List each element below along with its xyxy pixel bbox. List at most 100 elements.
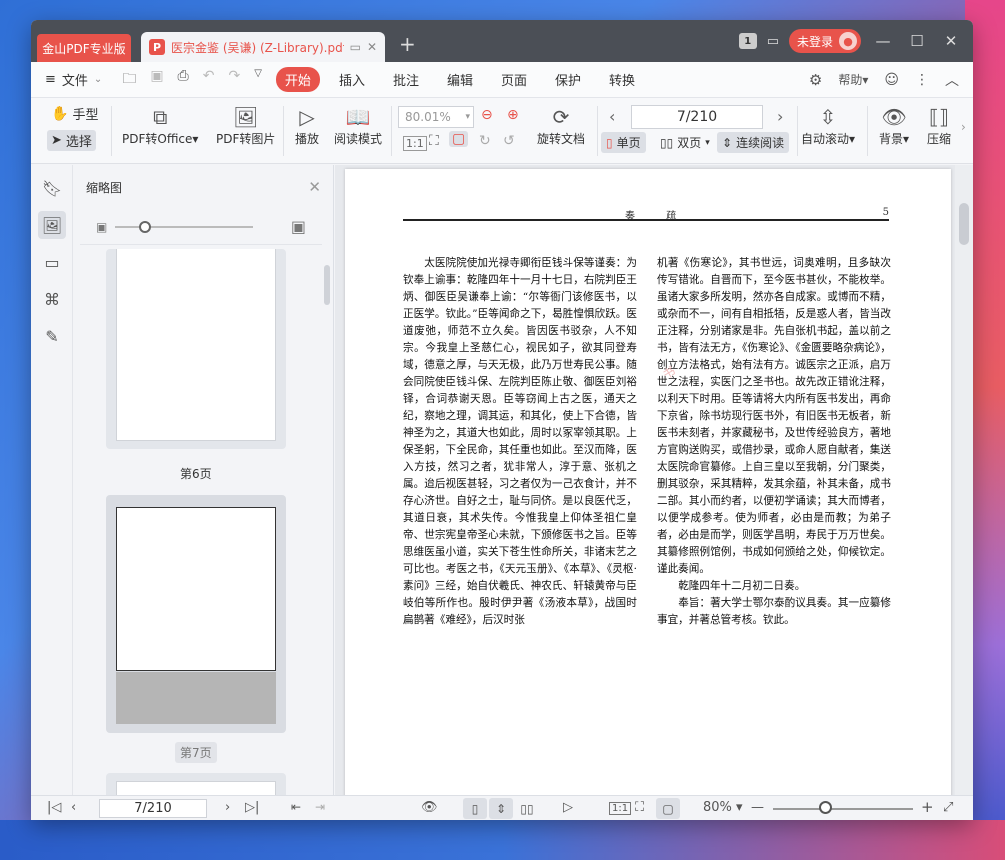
new-tab-button[interactable]: + — [399, 32, 416, 56]
single-page-status-icon[interactable]: ▯ — [463, 798, 487, 819]
comment-icon[interactable]: ▭ — [38, 248, 66, 276]
sidebar-icon-strip: 🔖︎ 🖼︎ ▭ ⌘ ✎ — [31, 165, 73, 795]
pdf-to-office-button[interactable]: ⧉ PDF转Office▾ — [122, 104, 198, 147]
thumbnail-scrollbar[interactable] — [324, 265, 330, 305]
maximize-icon[interactable]: ☐ — [905, 32, 929, 50]
first-page-icon[interactable]: |◁ — [47, 800, 61, 815]
thumbnail-page-7[interactable] — [106, 495, 286, 733]
previous-page-icon[interactable]: ‹ — [609, 107, 615, 126]
next-page-icon[interactable]: › — [777, 107, 783, 126]
zoom-input[interactable]: 80.01% ▾ — [398, 106, 474, 128]
zoom-dropdown[interactable]: 80% ▾ — [703, 800, 743, 815]
fit-page-icon[interactable]: ⛶ — [429, 133, 439, 149]
fit-page-icon[interactable]: ⛶ — [635, 800, 644, 815]
status-page-input[interactable]: 7/210 — [99, 799, 207, 818]
login-button[interactable]: 未登录 ● — [788, 29, 861, 53]
play-icon[interactable]: ▷ — [563, 800, 573, 815]
toolbar-divider — [867, 106, 868, 156]
slider-knob[interactable] — [139, 220, 152, 233]
actual-size-icon[interactable]: 1:1 — [403, 136, 427, 151]
forward-view-icon[interactable]: ⇥ — [315, 800, 325, 814]
double-page-status-icon[interactable]: ▯▯ — [515, 798, 539, 819]
save-icon[interactable]: ▣ — [150, 68, 163, 92]
document-tab[interactable]: P 医宗金鉴 (吴谦) (Z-Library).pdf ▭ ✕ — [141, 32, 385, 62]
redo-icon[interactable]: ↷ — [228, 68, 240, 92]
text-column-left: 太医院院使加光禄寺卿衔臣钱斗保等谨奏：为钦奉上谕事：乾隆四年十一月十七日，右院判… — [403, 255, 637, 629]
help-menu[interactable]: 帮助▾ — [838, 71, 868, 88]
single-page-button[interactable]: ▯ 单页 — [601, 132, 646, 153]
zoom-slider-knob[interactable] — [819, 801, 832, 814]
eye-icon[interactable]: 👁 — [421, 800, 438, 815]
thumbnail-image-7 — [116, 507, 276, 671]
collapse-ribbon-icon[interactable]: ︿ — [945, 70, 959, 90]
close-window-icon[interactable]: ✕ — [939, 32, 963, 50]
rotate-document-label: 旋转文档 — [537, 132, 586, 146]
continuous-read-button[interactable]: ⇕ 连续阅读 — [717, 132, 790, 153]
next-page-icon[interactable]: › — [225, 800, 230, 815]
attachment-icon[interactable]: ⌘ — [38, 285, 66, 313]
fit-width-icon[interactable]: ▢ — [656, 798, 680, 819]
document-scrollbar[interactable] — [955, 165, 973, 795]
fit-width-icon[interactable]: ▢ — [449, 131, 469, 147]
thumbnail-page-8[interactable] — [106, 773, 286, 795]
close-panel-icon[interactable]: ✕ — [308, 178, 321, 196]
compress-button[interactable]: ⟦⟧ 压缩 — [927, 104, 951, 147]
hand-tool[interactable]: ✋ 手型 — [51, 104, 98, 124]
zoom-slider-track[interactable] — [773, 808, 913, 810]
settings-gear-icon[interactable]: ⚙ — [809, 71, 822, 89]
undo-icon[interactable]: ↶ — [203, 68, 215, 92]
quick-access-dropdown-icon[interactable]: ▽ — [254, 68, 262, 92]
background-button[interactable]: 👁 背景▾ — [879, 104, 909, 147]
single-page-icon: ▯ — [606, 135, 613, 150]
auto-scroll-button[interactable]: ⇳ 自动滚动▾ — [801, 104, 855, 147]
read-mode-button[interactable]: 📖 阅读模式 — [334, 104, 382, 147]
tab-convert[interactable]: 转换 — [595, 70, 649, 89]
open-folder-icon[interactable]: 🗀 — [122, 68, 136, 92]
rotate-document-button[interactable]: ⟳ 旋转文档 — [537, 104, 585, 147]
signature-icon[interactable]: ✎ — [38, 322, 66, 350]
zoom-out-icon[interactable]: — — [751, 800, 764, 815]
document-scrollbar-thumb[interactable] — [959, 203, 969, 245]
tab-annotate[interactable]: 批注 — [379, 70, 433, 89]
print-icon[interactable]: ⎙ — [178, 68, 189, 92]
scroll-ribbon-right-icon[interactable]: › — [961, 120, 966, 134]
more-options-icon[interactable]: ⋮ — [915, 72, 929, 88]
thumbnail-page-6[interactable] — [106, 249, 286, 449]
thumbnail-size-slider[interactable]: ▣ ▣ — [80, 209, 322, 245]
actual-size-icon[interactable]: 1:1 — [609, 802, 632, 815]
monitor-icon[interactable]: ▭ — [350, 40, 361, 54]
back-view-icon[interactable]: ⇤ — [291, 800, 301, 814]
page-number-value: 7/210 — [676, 109, 718, 125]
tab-protect[interactable]: 保护 — [541, 70, 595, 89]
rotate-left-icon[interactable]: ↺ — [503, 133, 515, 149]
tab-start[interactable]: 开始 — [275, 67, 320, 92]
zoom-out-icon[interactable]: ⊖ — [481, 107, 493, 123]
double-page-button[interactable]: ▯▯ 双页 ▾ — [655, 132, 715, 153]
continuous-status-icon[interactable]: ⇕ — [489, 798, 513, 819]
last-page-icon[interactable]: ▷| — [245, 800, 259, 815]
play-button[interactable]: ▷ 播放 — [295, 104, 319, 147]
close-tab-icon[interactable]: ✕ — [367, 40, 377, 54]
minimize-icon[interactable]: — — [871, 32, 895, 50]
zoom-in-icon[interactable]: ⊕ — [507, 107, 519, 123]
zoom-value: 80.01% — [405, 110, 451, 124]
page-number-input[interactable]: 7/210 — [631, 105, 763, 129]
app-home-tab[interactable]: 金山PDF专业版 — [37, 34, 131, 62]
feedback-icon[interactable]: ☺ — [884, 72, 899, 88]
select-tool[interactable]: ➤ 选择 — [47, 130, 96, 151]
previous-page-icon[interactable]: ‹ — [71, 800, 76, 815]
rotate-right-icon[interactable]: ↻ — [479, 133, 491, 149]
tab-insert[interactable]: 插入 — [325, 70, 379, 89]
large-image-icon: ▣ — [290, 217, 306, 236]
file-menu[interactable]: ≡ 文件 ⌄ — [45, 70, 102, 89]
hamburger-icon: ≡ — [45, 72, 56, 87]
pdf-to-image-button[interactable]: 🖼 PDF转图片 — [216, 104, 275, 147]
window-count-badge[interactable]: 1 — [738, 33, 757, 49]
fullscreen-icon[interactable]: ⤢ — [943, 800, 953, 815]
tab-page[interactable]: 页面 — [487, 70, 541, 89]
zoom-in-icon[interactable]: + — [921, 798, 934, 816]
bookmark-icon[interactable]: 🔖︎ — [38, 174, 66, 202]
layout-icon[interactable]: ▭ — [767, 34, 779, 49]
thumbnail-icon[interactable]: 🖼︎ — [38, 211, 66, 239]
tab-edit[interactable]: 编辑 — [433, 70, 487, 89]
